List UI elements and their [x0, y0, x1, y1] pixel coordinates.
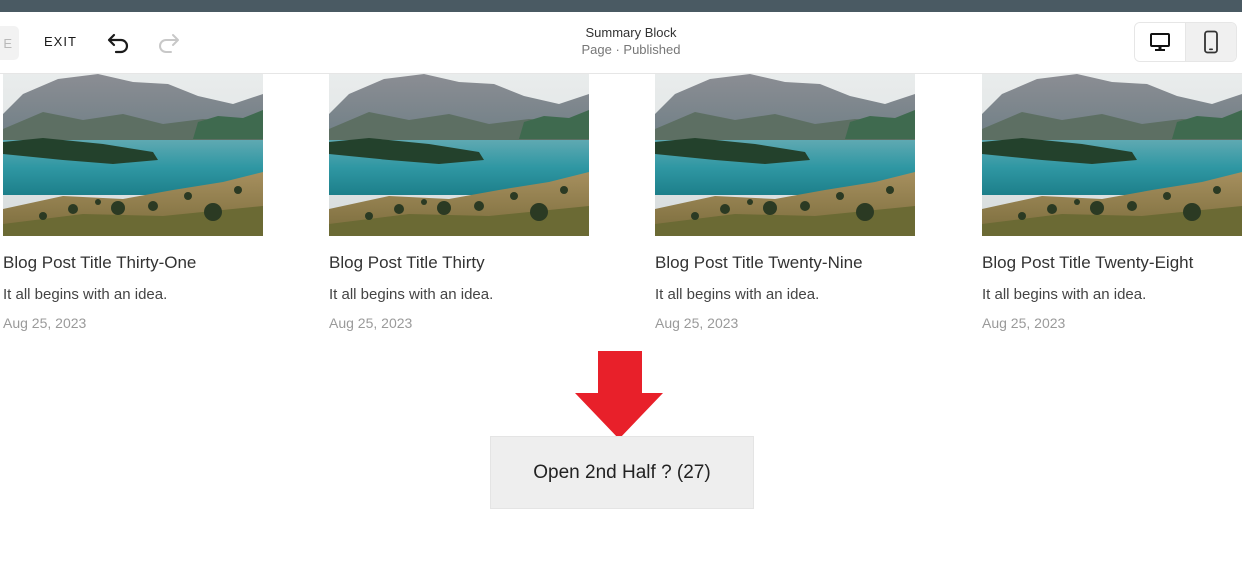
page-status: Page · Published: [581, 42, 681, 57]
redo-button[interactable]: [155, 30, 181, 56]
post-thumbnail[interactable]: [3, 74, 263, 236]
blog-card[interactable]: Blog Post Title Twenty-Nine It all begin…: [655, 74, 917, 331]
post-excerpt: It all begins with an idea.: [3, 286, 168, 303]
blog-card[interactable]: Blog Post Title Thirty It all begins wit…: [329, 74, 591, 331]
mobile-icon: [1204, 30, 1218, 54]
post-title[interactable]: Blog Post Title Twenty-Eight: [982, 253, 1242, 273]
device-toggle: [1134, 22, 1237, 62]
page-info: Summary Block Page · Published: [521, 25, 741, 58]
exit-button[interactable]: EXIT: [44, 34, 77, 49]
blog-card[interactable]: Blog Post Title Twenty-Eight It all begi…: [982, 74, 1242, 331]
top-strip: [0, 0, 1242, 12]
redo-icon: [159, 34, 179, 53]
post-title[interactable]: Blog Post Title Thirty: [329, 253, 591, 273]
post-thumbnail[interactable]: [329, 74, 589, 236]
down-arrow-icon: [575, 351, 663, 439]
post-date: Aug 25, 2023: [982, 315, 1066, 331]
page-title: Summary Block: [585, 25, 677, 40]
undo-icon: [107, 33, 129, 54]
desktop-view-button[interactable]: [1135, 23, 1185, 61]
editor-toolbar: E EXIT Summary Block Page · Published: [0, 12, 1242, 74]
mobile-view-button[interactable]: [1185, 23, 1236, 61]
blog-card[interactable]: Blog Post Title Thirty-One It all begins…: [3, 74, 265, 331]
post-excerpt: It all begins with an idea.: [982, 286, 1147, 303]
post-excerpt: It all begins with an idea.: [329, 286, 494, 303]
save-button[interactable]: E: [0, 26, 19, 60]
undo-button[interactable]: [106, 30, 132, 56]
post-title[interactable]: Blog Post Title Twenty-Nine: [655, 253, 917, 273]
post-title[interactable]: Blog Post Title Thirty-One: [3, 253, 265, 273]
post-date: Aug 25, 2023: [655, 315, 739, 331]
open-second-half-button[interactable]: Open 2nd Half ? (27): [490, 436, 754, 509]
post-date: Aug 25, 2023: [329, 315, 413, 331]
post-date: Aug 25, 2023: [3, 315, 87, 331]
post-thumbnail[interactable]: [982, 74, 1242, 236]
desktop-icon: [1150, 33, 1170, 51]
post-thumbnail[interactable]: [655, 74, 915, 236]
post-excerpt: It all begins with an idea.: [655, 286, 820, 303]
